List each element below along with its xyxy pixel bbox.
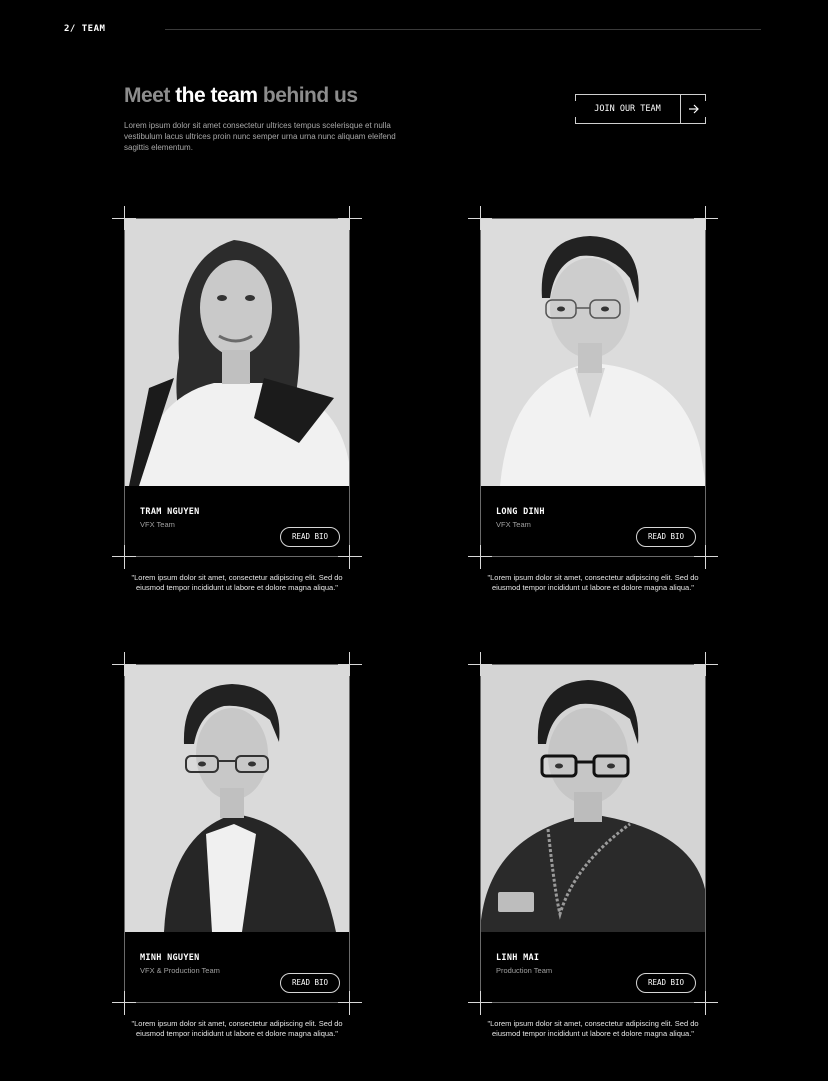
member-name: TRAM NGUYEN [140, 507, 200, 517]
page-title: Meet the team behind us [124, 84, 358, 108]
member-role: Production Team [496, 966, 553, 975]
member-name: LINH MAI [496, 953, 540, 963]
read-bio-button[interactable]: READ BIO [636, 973, 696, 993]
member-quote: "Lorem ipsum dolor sit amet, consectetur… [131, 573, 343, 592]
read-bio-button[interactable]: READ BIO [280, 973, 340, 993]
intro-text: Lorem ipsum dolor sit amet consectetur u… [124, 121, 396, 152]
title-part-3: behind us [257, 84, 358, 107]
member-name: MINH NGUYEN [140, 953, 200, 963]
team-card-linh-mai: LINH MAI Production Team READ BIO "Lorem… [468, 652, 718, 1044]
member-role: VFX Team [496, 520, 531, 529]
team-member-photo [124, 664, 350, 932]
join-our-team-button[interactable]: JOIN OUR TEAM [575, 94, 706, 124]
member-info: LONG DINH VFX Team READ BIO [480, 486, 706, 557]
title-part-1: Meet [124, 84, 176, 107]
team-member-photo [124, 218, 350, 486]
section-label: 2/ TEAM [64, 24, 106, 34]
team-card-long-dinh: LONG DINH VFX Team READ BIO "Lorem ipsum… [468, 206, 718, 598]
member-role: VFX Team [140, 520, 175, 529]
member-name: LONG DINH [496, 507, 545, 517]
team-card-minh-nguyen: MINH NGUYEN VFX & Production Team READ B… [112, 652, 362, 1044]
read-bio-button[interactable]: READ BIO [636, 527, 696, 547]
member-info: MINH NGUYEN VFX & Production Team READ B… [124, 932, 350, 1003]
team-member-photo [480, 664, 706, 932]
member-quote: "Lorem ipsum dolor sit amet, consectetur… [131, 1019, 343, 1038]
member-role: VFX & Production Team [140, 966, 220, 975]
team-member-photo [480, 218, 706, 486]
member-info: TRAM NGUYEN VFX Team READ BIO [124, 486, 350, 557]
arrow-right-icon [681, 95, 706, 123]
header-divider [165, 29, 761, 30]
member-quote: "Lorem ipsum dolor sit amet, consectetur… [487, 1019, 699, 1038]
join-our-team-label: JOIN OUR TEAM [594, 104, 661, 114]
team-card-tram-nguyen: TRAM NGUYEN VFX Team READ BIO "Lorem ips… [112, 206, 362, 598]
member-quote: "Lorem ipsum dolor sit amet, consectetur… [487, 573, 699, 592]
member-info: LINH MAI Production Team READ BIO [480, 932, 706, 1003]
read-bio-button[interactable]: READ BIO [280, 527, 340, 547]
title-part-2: the team [175, 84, 258, 107]
